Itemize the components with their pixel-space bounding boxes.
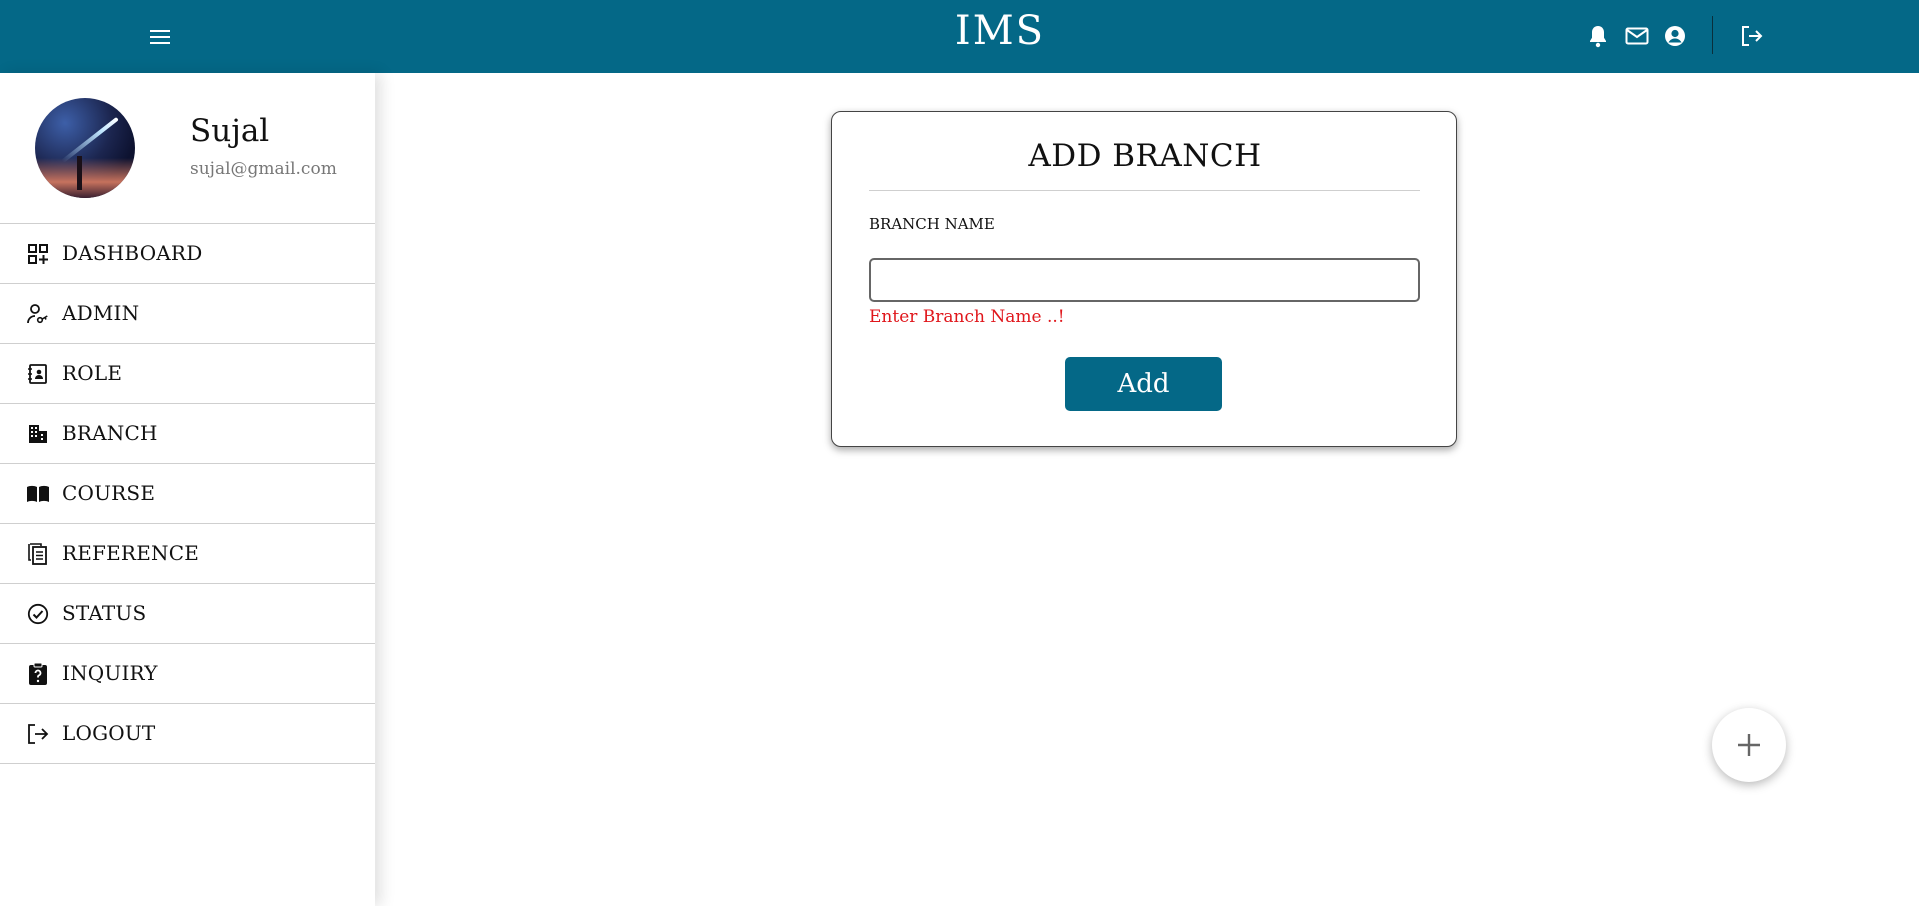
bell-icon[interactable] <box>1586 24 1610 48</box>
sidebar-item-label: STATUS <box>62 601 147 625</box>
add-button[interactable]: Add <box>1065 357 1222 411</box>
avatar <box>35 98 135 198</box>
profile-email: sujal@gmail.com <box>190 159 337 179</box>
profile-name: Sujal <box>190 113 270 149</box>
clipboard-question-icon <box>26 662 50 686</box>
add-branch-card: ADD BRANCH BRANCH NAME Enter Branch Name… <box>831 111 1457 447</box>
profile-section: Sujal sujal@gmail.com <box>0 73 375 224</box>
app-title: IMS <box>954 8 1046 54</box>
sidebar-item-label: REFERENCE <box>62 541 199 565</box>
contact-book-icon <box>26 362 50 386</box>
branch-name-input[interactable] <box>869 258 1420 302</box>
sidebar-item-logout[interactable]: LOGOUT <box>0 704 375 764</box>
sidebar-item-inquiry[interactable]: INQUIRY <box>0 644 375 704</box>
logout-icon <box>26 722 50 746</box>
logout-icon[interactable] <box>1740 24 1764 48</box>
add-fab-button[interactable] <box>1712 708 1786 782</box>
sidebar: Sujal sujal@gmail.com DASHBOARD ADMIN RO… <box>0 73 375 906</box>
admin-key-icon <box>26 302 50 326</box>
hamburger-menu-icon[interactable] <box>147 24 173 50</box>
plus-icon <box>1735 731 1763 759</box>
branch-name-label: BRANCH NAME <box>869 215 995 233</box>
top-bar: IMS <box>0 0 1919 73</box>
sidebar-item-label: BRANCH <box>62 421 158 445</box>
sidebar-item-label: INQUIRY <box>62 661 158 685</box>
check-circle-icon <box>26 602 50 626</box>
user-circle-icon[interactable] <box>1663 24 1687 48</box>
sidebar-item-label: ADMIN <box>62 301 140 325</box>
sidebar-item-reference[interactable]: REFERENCE <box>0 524 375 584</box>
title-divider <box>869 190 1420 191</box>
branch-name-error: Enter Branch Name ..! <box>869 307 1065 327</box>
sidebar-item-dashboard[interactable]: DASHBOARD <box>0 224 375 284</box>
sidebar-item-branch[interactable]: BRANCH <box>0 404 375 464</box>
sidebar-item-role[interactable]: ROLE <box>0 344 375 404</box>
document-copy-icon <box>26 542 50 566</box>
topbar-divider <box>1712 16 1713 54</box>
sidebar-item-label: ROLE <box>62 361 123 385</box>
mail-icon[interactable] <box>1625 24 1649 48</box>
sidebar-item-label: DASHBOARD <box>62 241 203 265</box>
sidebar-item-course[interactable]: COURSE <box>0 464 375 524</box>
sidebar-item-label: LOGOUT <box>62 721 156 745</box>
dashboard-icon <box>26 242 50 266</box>
sidebar-item-admin[interactable]: ADMIN <box>0 284 375 344</box>
building-icon <box>26 422 50 446</box>
sidebar-item-label: COURSE <box>62 481 156 505</box>
book-icon <box>26 482 50 506</box>
form-title: ADD BRANCH <box>1028 138 1262 174</box>
sidebar-item-status[interactable]: STATUS <box>0 584 375 644</box>
